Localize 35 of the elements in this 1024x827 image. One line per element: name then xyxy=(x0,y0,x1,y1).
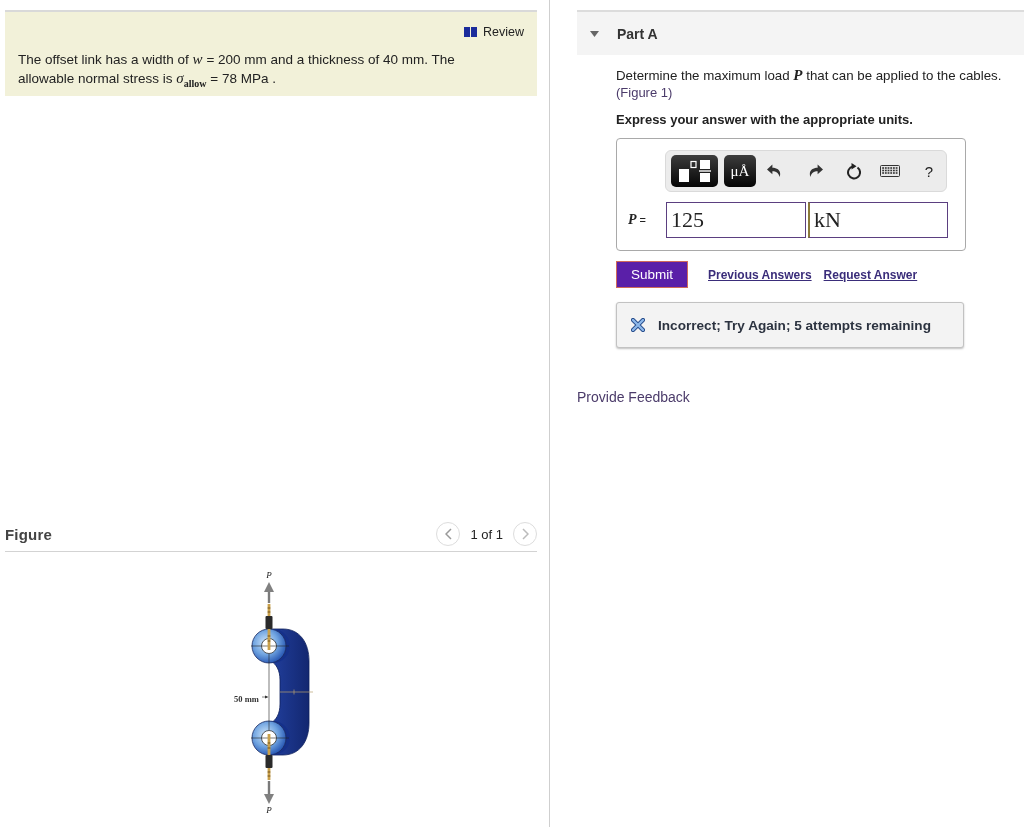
instruction-text: Express your answer with the appropriate units. xyxy=(616,113,914,127)
book-icon xyxy=(464,27,477,37)
figure-link[interactable]: (Figure 1) xyxy=(616,86,673,100)
load-label: P xyxy=(266,570,272,580)
load-arrow xyxy=(264,582,274,603)
chevron-right-icon xyxy=(521,528,529,540)
problem-statement: The offset link has a width of w = 200 mm and a thickness of 40 mm. The allowable normal stress is σ$_{allow}$ = 78 MPa . xyxy=(18,50,456,91)
load-arrow xyxy=(264,781,274,804)
keyboard-icon xyxy=(880,165,900,177)
templates-button[interactable] xyxy=(671,155,718,187)
help-button[interactable]: ? xyxy=(917,155,941,187)
chevron-left-icon xyxy=(444,528,452,540)
dimension-arrow xyxy=(261,695,269,699)
provide-feedback-link[interactable]: Provide Feedback xyxy=(577,389,690,405)
undo-icon xyxy=(767,164,781,178)
fraction-template-icon xyxy=(678,160,711,182)
part-header[interactable]: Part A xyxy=(577,10,1024,55)
dimension-label: 50 mm xyxy=(234,694,259,704)
incorrect-icon xyxy=(631,318,645,332)
figure-page-indicator: 1 of 1 xyxy=(470,526,503,542)
answer-link[interactable]: Previous Answers xyxy=(708,267,812,282)
answer-value-field[interactable]: 125 xyxy=(666,202,806,238)
reset-icon xyxy=(845,162,861,180)
figure-heading: Figure xyxy=(5,525,53,543)
question-text: Determine the maximum load P that can be applied to the cables. xyxy=(616,68,1003,83)
load-label: P xyxy=(266,805,272,815)
units-button[interactable]: μÅ xyxy=(724,155,756,187)
feedback-message: Incorrect; Try Again; 5 attempts remaining xyxy=(658,317,931,333)
width-dimension-line xyxy=(279,689,314,695)
answer-label: P = xyxy=(627,212,648,228)
review-link[interactable]: Review xyxy=(464,24,524,40)
answer-units-field[interactable]: kN xyxy=(808,202,948,238)
submit-button[interactable]: Submit xyxy=(616,261,688,288)
redo-icon xyxy=(809,164,823,178)
answer-link[interactable]: Request Answer xyxy=(823,267,918,282)
